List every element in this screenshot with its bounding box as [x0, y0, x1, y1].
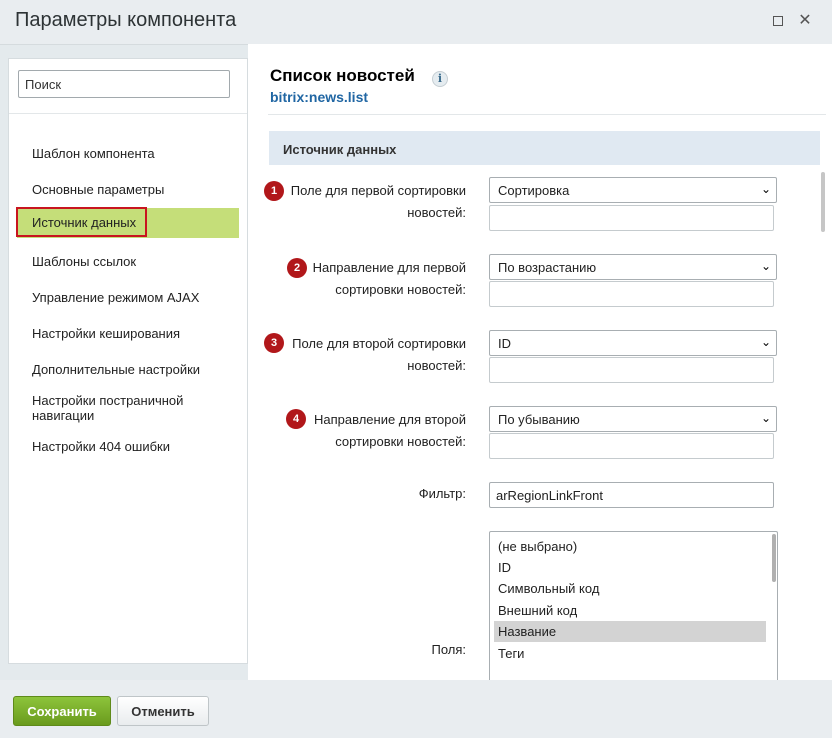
chevron-down-icon: ⌄: [760, 411, 771, 425]
window-title: Параметры компонента: [15, 9, 237, 31]
listbox-scrollbar[interactable]: [772, 534, 776, 582]
dialog-footer: Сохранить Отменить: [0, 680, 832, 738]
cancel-button[interactable]: Отменить: [117, 696, 209, 726]
window-titlebar: Параметры компонента ✕: [0, 0, 832, 45]
save-button[interactable]: Сохранить: [13, 696, 111, 726]
sidebar-item-basic[interactable]: Основные параметры: [32, 182, 232, 197]
header-divider: [268, 114, 826, 115]
list-item-selected[interactable]: Название: [494, 621, 766, 642]
sidebar-item-cache[interactable]: Настройки кеширования: [32, 326, 232, 341]
maximize-icon[interactable]: [771, 14, 785, 28]
close-icon[interactable]: ✕: [798, 13, 812, 29]
sidebar-divider: [9, 113, 247, 114]
chevron-down-icon: ⌄: [760, 335, 771, 349]
main-panel: Список новостей i bitrix:news.list Источ…: [248, 44, 832, 680]
sidebar-item-template[interactable]: Шаблон компонента: [32, 146, 232, 161]
search-input[interactable]: [18, 70, 230, 98]
order1-select[interactable]: По возрастанию ⌄: [489, 254, 777, 280]
sidebar-item-data-source[interactable]: Источник данных: [16, 207, 239, 238]
sidebar-item-additional[interactable]: Дополнительные настройки: [32, 362, 232, 377]
list-item[interactable]: (не выбрано): [494, 536, 766, 557]
order1-custom-input[interactable]: [489, 281, 774, 307]
filter-label: Фильтр:: [418, 486, 466, 501]
component-code: bitrix:news.list: [270, 89, 369, 105]
sort1-custom-input[interactable]: [489, 205, 774, 231]
sidebar-item-url-templates[interactable]: Шаблоны ссылок: [32, 254, 232, 269]
sidebar: Шаблон компонента Основные параметры Ист…: [8, 58, 248, 664]
sidebar-item-label: Источник данных: [32, 215, 137, 230]
sort2-select[interactable]: ID ⌄: [489, 330, 777, 356]
sort2-custom-input[interactable]: [489, 357, 774, 383]
field-label-order1: Направление для первой сортировки новосте…: [312, 260, 466, 297]
fields-listbox[interactable]: (не выбрано) ID Символьный код Внешний к…: [489, 531, 778, 680]
order2-custom-input[interactable]: [489, 433, 774, 459]
fields-label: Поля:: [431, 642, 466, 657]
component-title: Список новостей: [270, 66, 415, 85]
sidebar-item-404[interactable]: Настройки 404 ошибки: [32, 439, 232, 454]
section-header: Источник данных: [269, 131, 820, 165]
list-item[interactable]: Символьный код: [494, 578, 766, 599]
chevron-down-icon: ⌄: [760, 182, 771, 196]
step-badge: 3: [264, 333, 284, 353]
scrollbar[interactable]: [821, 172, 825, 232]
list-item[interactable]: ID: [494, 557, 766, 578]
step-badge: 2: [287, 258, 307, 278]
field-label-sort2: Поле для второй сортировки новостей:: [292, 336, 466, 373]
list-item[interactable]: Теги: [494, 643, 766, 664]
list-item[interactable]: Внешний код: [494, 600, 766, 621]
step-badge: 4: [286, 409, 306, 429]
field-label-order2: Направление для второй сортировки новосте…: [313, 412, 466, 449]
chevron-down-icon: ⌄: [760, 259, 771, 273]
order2-select[interactable]: По убыванию ⌄: [489, 406, 777, 432]
filter-input[interactable]: [489, 482, 774, 508]
info-icon[interactable]: i: [432, 71, 448, 87]
sidebar-item-ajax[interactable]: Управление режимом AJAX: [32, 290, 232, 305]
sort1-select[interactable]: Сортировка ⌄: [489, 177, 777, 203]
sidebar-item-pager[interactable]: Настройки постраничной навигации: [32, 393, 202, 423]
step-badge: 1: [264, 181, 284, 201]
field-label-sort1: Поле для первой сортировки новостей:: [290, 183, 466, 220]
